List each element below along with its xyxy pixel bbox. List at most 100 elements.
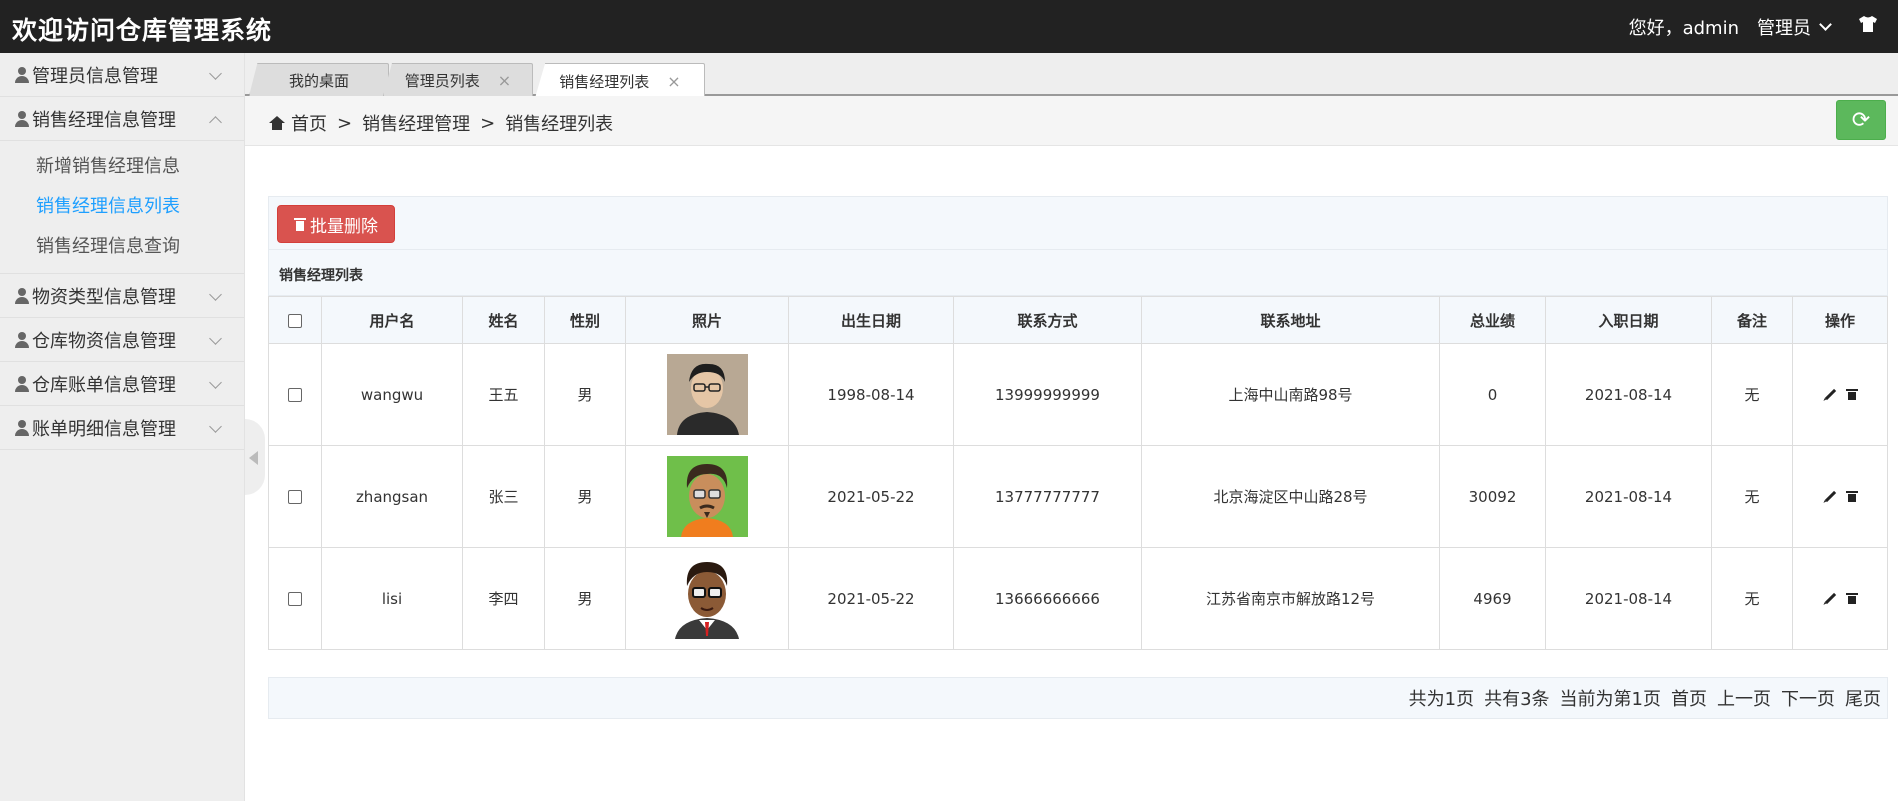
- user-icon: [14, 66, 30, 84]
- sidebar-item-label: 仓库账单信息管理: [32, 374, 176, 396]
- user-icon: [14, 287, 30, 305]
- toolbar: 批量删除: [268, 196, 1888, 250]
- column-header: 姓名: [462, 296, 545, 344]
- sidebar-item-warehouse-material-info[interactable]: 仓库物资信息管理: [0, 318, 244, 362]
- home-icon: [269, 115, 285, 131]
- avatar: [666, 456, 748, 537]
- hire-date-cell: 2021-08-14: [1545, 445, 1712, 548]
- row-checkbox[interactable]: [288, 490, 302, 504]
- column-header: 用户名: [321, 296, 463, 344]
- pager-first-link[interactable]: 首页: [1671, 685, 1707, 711]
- select-all-cell: [268, 296, 322, 344]
- column-header: 操作: [1792, 296, 1888, 344]
- pencil-icon[interactable]: [1824, 388, 1836, 401]
- chevron-up-icon: [209, 116, 222, 129]
- table-row: zhangsan 张三 男 2021-05-22 13777777777 北京海…: [268, 445, 1888, 548]
- user-icon: [14, 375, 30, 393]
- name-cell: 张三: [462, 445, 545, 548]
- sidebar-subitem-sales-manager-query[interactable]: 销售经理信息查询: [0, 227, 244, 267]
- trash-icon[interactable]: [1845, 389, 1858, 400]
- address-cell: 北京海淀区中山路28号: [1141, 445, 1440, 548]
- sales-manager-table: 用户名 姓名 性别 照片 出生日期 联系方式 联系地址 总业绩 入职日期 备注 …: [268, 296, 1888, 650]
- birth-date-cell: 2021-05-22: [788, 445, 954, 548]
- photo-cell: [625, 343, 789, 446]
- greeting-text: 您好，admin: [1628, 17, 1739, 39]
- actions-cell: [1792, 343, 1888, 446]
- sidebar-subitem-sales-manager-list[interactable]: 销售经理信息列表: [0, 187, 244, 227]
- pencil-icon[interactable]: [1824, 592, 1836, 605]
- actions-cell: [1792, 445, 1888, 548]
- username-cell: zhangsan: [321, 445, 463, 548]
- sidebar-item-warehouse-bill-info[interactable]: 仓库账单信息管理: [0, 362, 244, 406]
- tab-my-desktop[interactable]: 我的桌面: [249, 63, 389, 96]
- row-checkbox[interactable]: [288, 388, 302, 402]
- sidebar-item-admin-info[interactable]: 管理员信息管理: [0, 53, 244, 97]
- chevron-down-icon: [209, 420, 222, 433]
- pagination: 共为1页 共有3条 当前为第1页 首页 上一页 下一页 尾页: [268, 677, 1888, 719]
- refresh-icon: ⟳: [1851, 107, 1871, 133]
- close-icon[interactable]: ×: [667, 72, 680, 91]
- row-select-cell: [268, 547, 322, 650]
- performance-cell: 30092: [1439, 445, 1546, 548]
- address-cell: 江苏省南京市解放路12号: [1141, 547, 1440, 650]
- role-dropdown[interactable]: 管理员: [1757, 14, 1834, 40]
- phone-cell: 13666666666: [953, 547, 1142, 650]
- table-row: wangwu 王五 男 1998-08-14 13999999999 上海中山南…: [268, 343, 1888, 446]
- row-checkbox[interactable]: [288, 592, 302, 606]
- chevron-down-icon: [209, 67, 222, 80]
- breadcrumb: 首页 > 销售经理管理 > 销售经理列表: [269, 110, 613, 136]
- user-icon: [14, 419, 30, 437]
- chevron-down-icon: [1819, 18, 1832, 31]
- breadcrumb-home[interactable]: 首页: [291, 110, 327, 136]
- sidebar: 管理员信息管理 销售经理信息管理 新增销售经理信息 销售经理信息列表 销售经理信…: [0, 53, 245, 801]
- remark-cell: 无: [1711, 343, 1793, 446]
- pager-prev-link[interactable]: 上一页: [1717, 685, 1771, 711]
- select-all-checkbox[interactable]: [288, 313, 302, 328]
- column-header: 入职日期: [1545, 296, 1712, 344]
- refresh-button[interactable]: ⟳: [1836, 100, 1886, 140]
- avatar: [666, 354, 748, 435]
- tab-admin-list[interactable]: 管理员列表 ×: [383, 63, 533, 96]
- trash-icon[interactable]: [1845, 491, 1858, 502]
- user-icon: [14, 331, 30, 349]
- name-cell: 李四: [462, 547, 545, 650]
- row-select-cell: [268, 343, 322, 446]
- hire-date-cell: 2021-08-14: [1545, 343, 1712, 446]
- pager-next-link[interactable]: 下一页: [1781, 685, 1835, 711]
- top-header: 欢迎访问仓库管理系统 您好，admin 管理员: [0, 0, 1898, 53]
- column-header: 联系方式: [953, 296, 1142, 344]
- sidebar-item-material-type-info[interactable]: 物资类型信息管理: [0, 274, 244, 318]
- pencil-icon[interactable]: [1824, 490, 1836, 503]
- table-header-row: 用户名 姓名 性别 照片 出生日期 联系方式 联系地址 总业绩 入职日期 备注 …: [268, 296, 1888, 344]
- column-header: 备注: [1711, 296, 1793, 344]
- batch-delete-button[interactable]: 批量删除: [277, 205, 395, 243]
- sidebar-collapse-handle[interactable]: [245, 419, 265, 495]
- sidebar-item-label: 账单明细信息管理: [32, 418, 176, 440]
- sidebar-item-label: 管理员信息管理: [32, 65, 158, 87]
- close-icon[interactable]: ×: [498, 71, 511, 90]
- column-header: 照片: [625, 296, 789, 344]
- pager-last-link[interactable]: 尾页: [1845, 685, 1881, 711]
- name-cell: 王五: [462, 343, 545, 446]
- breadcrumb-level2: 销售经理列表: [505, 114, 614, 135]
- phone-cell: 13777777777: [953, 445, 1142, 548]
- sidebar-subitem-add-sales-manager[interactable]: 新增销售经理信息: [0, 147, 244, 187]
- remark-cell: 无: [1711, 547, 1793, 650]
- pager-total-pages: 共为1页: [1408, 689, 1475, 710]
- sidebar-item-sales-manager-info[interactable]: 销售经理信息管理: [0, 97, 244, 141]
- trash-icon[interactable]: [1845, 593, 1858, 604]
- tab-sales-manager-list[interactable]: 销售经理列表 ×: [535, 63, 705, 98]
- tshirt-icon[interactable]: [1858, 15, 1878, 38]
- birth-date-cell: 1998-08-14: [788, 343, 954, 446]
- breadcrumb-level1[interactable]: 销售经理管理: [362, 110, 470, 136]
- table-row: lisi 李四 男 2021-05-22 13666666666 江苏省南京市解…: [268, 547, 1888, 650]
- sidebar-submenu: 新增销售经理信息 销售经理信息列表 销售经理信息查询: [0, 141, 244, 274]
- column-header: 总业绩: [1439, 296, 1546, 344]
- phone-cell: 13999999999: [953, 343, 1142, 446]
- gender-cell: 男: [544, 343, 626, 446]
- breadcrumb-separator: >: [337, 112, 353, 134]
- sidebar-item-bill-detail-info[interactable]: 账单明细信息管理: [0, 406, 244, 450]
- actions-cell: [1792, 547, 1888, 650]
- user-icon: [14, 110, 30, 128]
- sidebar-item-label: 销售经理信息管理: [32, 109, 176, 131]
